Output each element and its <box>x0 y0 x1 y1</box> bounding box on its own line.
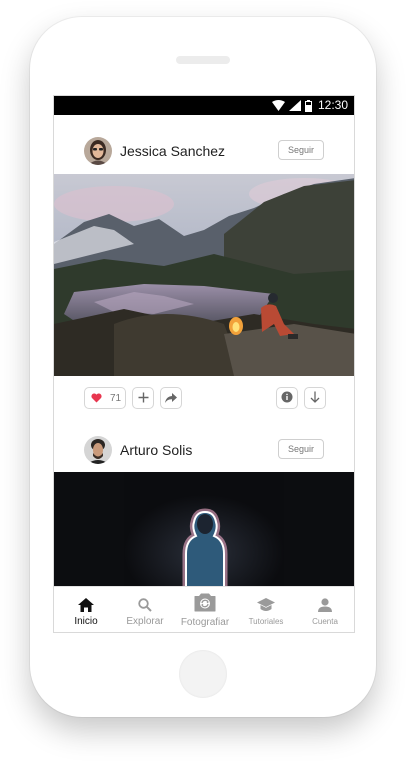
tab-explorar[interactable]: Explorar <box>115 587 175 632</box>
status-time: 12:30 <box>317 98 348 112</box>
tab-label: Explorar <box>126 616 164 627</box>
info-icon <box>281 391 293 406</box>
tab-bar: Inicio Explorar Fotografiar Tutoriales C… <box>54 586 354 632</box>
info-button[interactable] <box>276 387 298 409</box>
phone-speaker <box>176 56 230 64</box>
post-image[interactable] <box>54 472 354 587</box>
home-icon <box>78 598 94 617</box>
tab-inicio[interactable]: Inicio <box>56 587 116 632</box>
avatar[interactable] <box>84 137 112 165</box>
heart-icon <box>91 391 102 406</box>
share-icon <box>165 391 177 406</box>
author-name[interactable]: Jessica Sanchez <box>120 143 225 159</box>
cellular-signal-icon <box>288 100 301 111</box>
download-icon <box>310 391 320 406</box>
post-header: Arturo Solis Seguir <box>54 430 354 470</box>
like-button[interactable]: 71 <box>84 387 126 409</box>
phone-frame: 12:30 Jessica Sanchez Seguir 71 Arturo S… <box>30 17 376 717</box>
share-button[interactable] <box>160 387 182 409</box>
follow-button[interactable]: Seguir <box>278 140 324 160</box>
author-name[interactable]: Arturo Solis <box>120 442 192 458</box>
wifi-icon <box>271 100 285 111</box>
app-screen: 12:30 Jessica Sanchez Seguir 71 Arturo S… <box>53 95 355 633</box>
feed[interactable]: Jessica Sanchez Seguir 71 Arturo Solis S… <box>54 115 354 587</box>
tab-label: Fotografiar <box>180 617 230 628</box>
tab-fotografiar[interactable]: Fotografiar <box>175 587 235 632</box>
add-to-collection-button[interactable] <box>132 387 154 409</box>
tab-cuenta[interactable]: Cuenta <box>295 587 354 632</box>
download-button[interactable] <box>304 387 326 409</box>
status-bar: 12:30 <box>54 96 354 115</box>
tab-label: Inicio <box>74 616 98 627</box>
like-count: 71 <box>110 392 122 404</box>
phone-home-button[interactable] <box>179 650 227 698</box>
tab-label: Cuenta <box>312 617 338 626</box>
user-icon <box>318 598 332 617</box>
follow-button[interactable]: Seguir <box>278 439 324 459</box>
camera-icon <box>194 593 216 617</box>
tab-tutoriales[interactable]: Tutoriales <box>236 587 296 632</box>
avatar[interactable] <box>84 436 112 464</box>
post-image[interactable] <box>54 174 354 376</box>
post-header: Jessica Sanchez Seguir <box>54 131 354 171</box>
post-actions: 71 <box>54 387 354 411</box>
graduation-cap-icon <box>257 598 275 617</box>
search-icon <box>138 598 152 617</box>
plus-icon <box>138 391 149 406</box>
battery-icon <box>304 99 312 112</box>
tab-label: Tutoriales <box>248 617 284 626</box>
